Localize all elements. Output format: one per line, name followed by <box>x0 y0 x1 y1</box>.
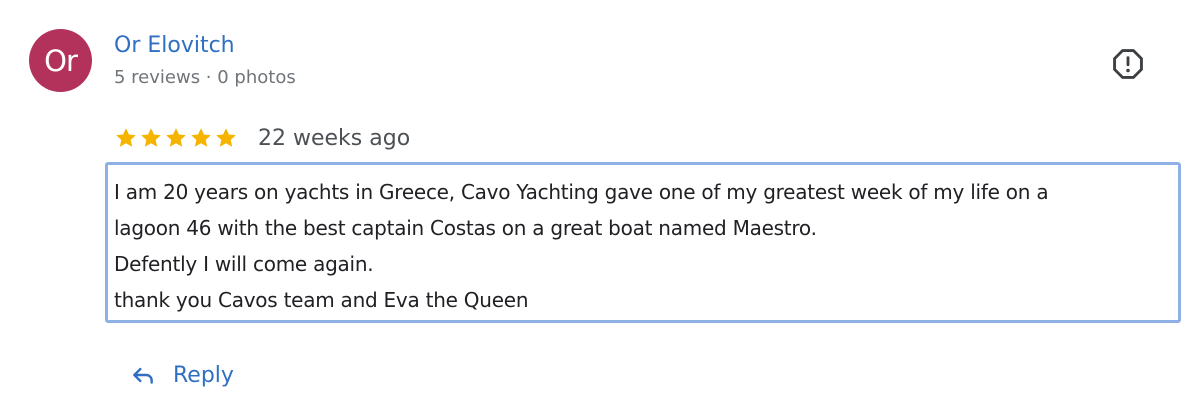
report-icon[interactable] <box>1111 47 1145 81</box>
star-icon <box>141 128 161 147</box>
review-date: 22 weeks ago <box>258 125 411 151</box>
star-icon <box>166 128 186 147</box>
star-icon <box>116 128 136 147</box>
star-icon <box>216 128 236 147</box>
author-meta: 5 reviews · 0 photos <box>114 67 296 88</box>
avatar-initials: Or <box>44 43 78 78</box>
review-card: Or Or Elovitch 5 reviews · 0 photos 22 w… <box>0 0 1200 410</box>
review-text: I am 20 years on yachts in Greece, Cavo … <box>114 180 1049 312</box>
review-text-box: I am 20 years on yachts in Greece, Cavo … <box>105 162 1181 323</box>
star-rating <box>114 126 238 150</box>
reply-arrow-icon <box>133 367 153 384</box>
avatar[interactable]: Or <box>29 29 92 92</box>
reply-button[interactable]: Reply <box>130 358 234 392</box>
author-name-link[interactable]: Or Elovitch <box>114 32 235 60</box>
rating-row: 22 weeks ago <box>114 122 410 154</box>
star-icon <box>191 128 211 147</box>
reply-label: Reply <box>173 362 234 388</box>
